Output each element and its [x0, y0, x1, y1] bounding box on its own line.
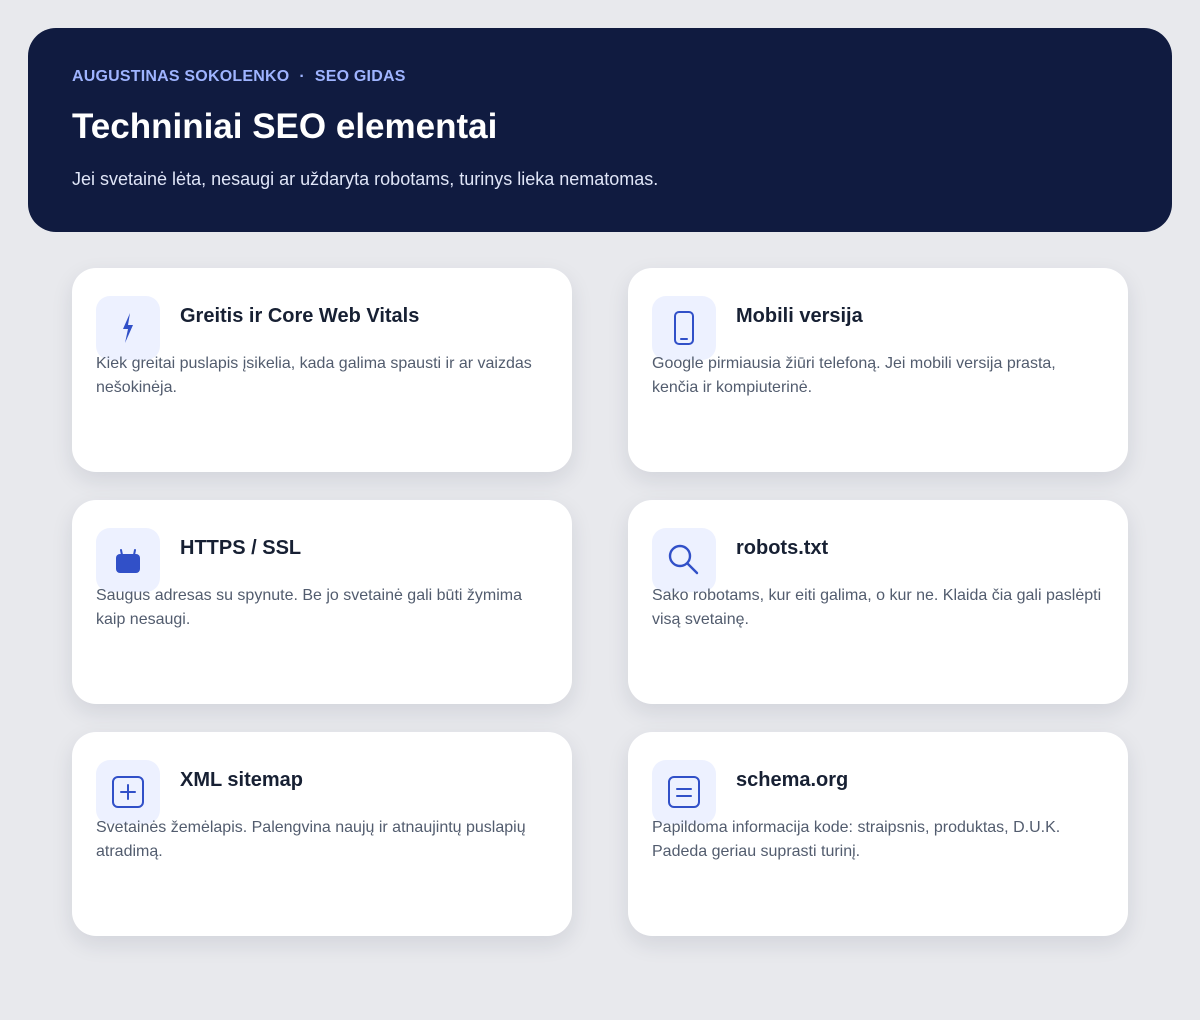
- hero-header: AUGUSTINAS SOKOLENKO · SEO GIDAS Technin…: [28, 28, 1172, 232]
- magnifier-icon: [652, 528, 716, 592]
- card-title: Mobili versija: [736, 305, 863, 327]
- card-title: schema.org: [736, 769, 849, 791]
- page-title: Techniniai SEO elementai: [72, 107, 498, 146]
- card-sitemap: XML sitemap Svetainės žemėlapis. Palengv…: [72, 732, 572, 936]
- kicker: AUGUSTINAS SOKOLENKO · SEO GIDAS: [72, 68, 1128, 86]
- card-title: HTTPS / SSL: [180, 537, 302, 559]
- card-title: robots.txt: [736, 537, 829, 559]
- card-description: Google pirmiausia žiūri telefoną. Jei mo…: [652, 355, 1056, 396]
- card-description: Papildoma informacija kode: straipsnis, …: [652, 819, 1061, 860]
- card-speed: Greitis ir Core Web Vitals Kiek greitai …: [72, 268, 572, 472]
- kicker-separator: ·: [299, 68, 305, 85]
- plus-square-icon: [96, 760, 160, 824]
- smartphone-icon: [652, 296, 716, 360]
- lock-icon: [96, 528, 160, 592]
- section-label: SEO GIDAS: [314, 68, 406, 85]
- card-mobile: Mobili versija Google pirmiausia žiūri t…: [628, 268, 1128, 472]
- card-description: Saugus adresas su spynute. Be jo svetain…: [96, 587, 523, 628]
- lightning-icon: [96, 296, 160, 360]
- author-name: AUGUSTINAS SOKOLENKO: [72, 68, 290, 85]
- card-schema: schema.org Papildoma informacija kode: s…: [628, 732, 1128, 936]
- card-description: Sako robotams, kur eiti galima, o kur ne…: [652, 587, 1102, 628]
- card-description: Kiek greitai puslapis įsikelia, kada gal…: [96, 355, 532, 396]
- card-title: XML sitemap: [180, 769, 303, 791]
- document-lines-icon: [652, 760, 716, 824]
- card-title: Greitis ir Core Web Vitals: [180, 305, 420, 327]
- card-robots: robots.txt Sako robotams, kur eiti galim…: [628, 500, 1128, 704]
- card-https: HTTPS / SSL Saugus adresas su spynute. B…: [72, 500, 572, 704]
- page-subtitle: Jei svetainė lėta, nesaugi ar uždaryta r…: [72, 169, 659, 189]
- card-description: Svetainės žemėlapis. Palengvina naujų ir…: [96, 819, 526, 860]
